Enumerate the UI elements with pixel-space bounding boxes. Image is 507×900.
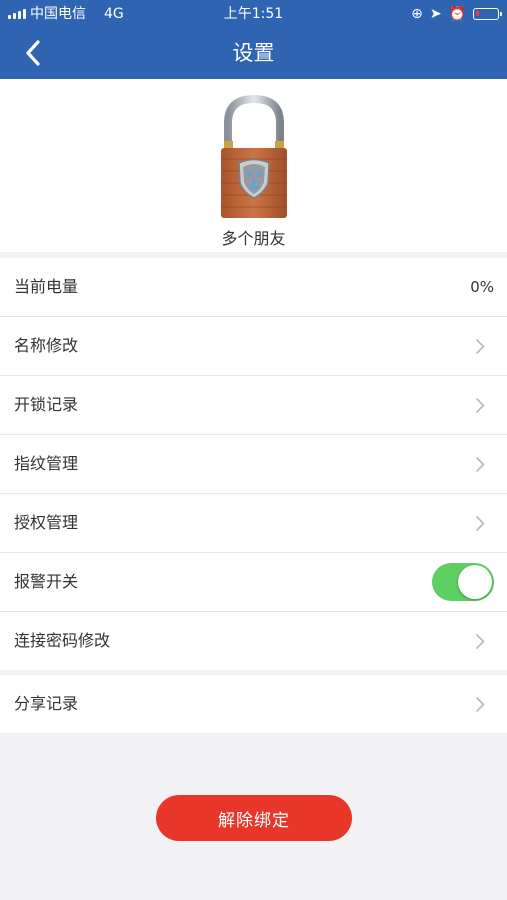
- chevron-right-icon: [475, 515, 485, 532]
- row-label: 开锁记录: [14, 395, 79, 414]
- row-label: 授权管理: [14, 513, 79, 532]
- row-label: 连接密码修改: [14, 631, 111, 650]
- row-label: 名称修改: [14, 336, 79, 355]
- unlock-records-row[interactable]: 开锁记录: [0, 376, 507, 435]
- navigation-bar: 设置: [0, 28, 507, 79]
- device-name: 多个朋友: [221, 229, 286, 248]
- padlock-icon: [221, 95, 287, 218]
- chevron-right-icon: [475, 633, 485, 650]
- chevron-right-icon: [475, 696, 485, 713]
- unbind-button[interactable]: 解除绑定: [156, 795, 352, 841]
- row-label: 当前电量: [14, 277, 79, 296]
- chevron-right-icon: [475, 397, 485, 414]
- toggle-knob: [458, 565, 492, 599]
- alarm-switch-row: 报警开关: [0, 553, 507, 612]
- row-label: 报警开关: [14, 572, 79, 591]
- share-settings-list: 分享记录: [0, 675, 507, 733]
- authorization-management-row[interactable]: 授权管理: [0, 494, 507, 553]
- row-label: 指纹管理: [14, 454, 79, 473]
- location-arrow-icon: ➤: [429, 6, 442, 22]
- status-icons: ⊕ ➤ ⏰: [411, 0, 502, 28]
- chevron-right-icon: [475, 338, 485, 355]
- alarm-toggle[interactable]: [432, 563, 494, 601]
- battery-icon: [473, 8, 502, 20]
- row-label: 分享记录: [14, 694, 79, 713]
- fingerprint-management-row[interactable]: 指纹管理: [0, 435, 507, 494]
- share-records-row[interactable]: 分享记录: [0, 675, 507, 733]
- device-info-section: 多个朋友: [0, 79, 507, 252]
- chevron-right-icon: [475, 456, 485, 473]
- app-header: 中国电信 4G 上午1:51 ⊕ ➤ ⏰ 设置: [0, 0, 507, 79]
- back-chevron-icon[interactable]: [22, 38, 46, 68]
- battery-level-row: 当前电量 0%: [0, 258, 507, 317]
- page-title: 设置: [232, 41, 275, 65]
- connection-password-row[interactable]: 连接密码修改: [0, 612, 507, 670]
- settings-list: 当前电量 0% 名称修改 开锁记录 指纹管理 授权管理 报警开关 连接密码修改: [0, 258, 507, 670]
- rename-row[interactable]: 名称修改: [0, 317, 507, 376]
- orientation-lock-icon: ⊕: [411, 6, 423, 22]
- status-bar: 中国电信 4G 上午1:51 ⊕ ➤ ⏰: [0, 0, 507, 28]
- battery-level-value: 0%: [470, 278, 494, 296]
- alarm-icon: ⏰: [448, 6, 466, 22]
